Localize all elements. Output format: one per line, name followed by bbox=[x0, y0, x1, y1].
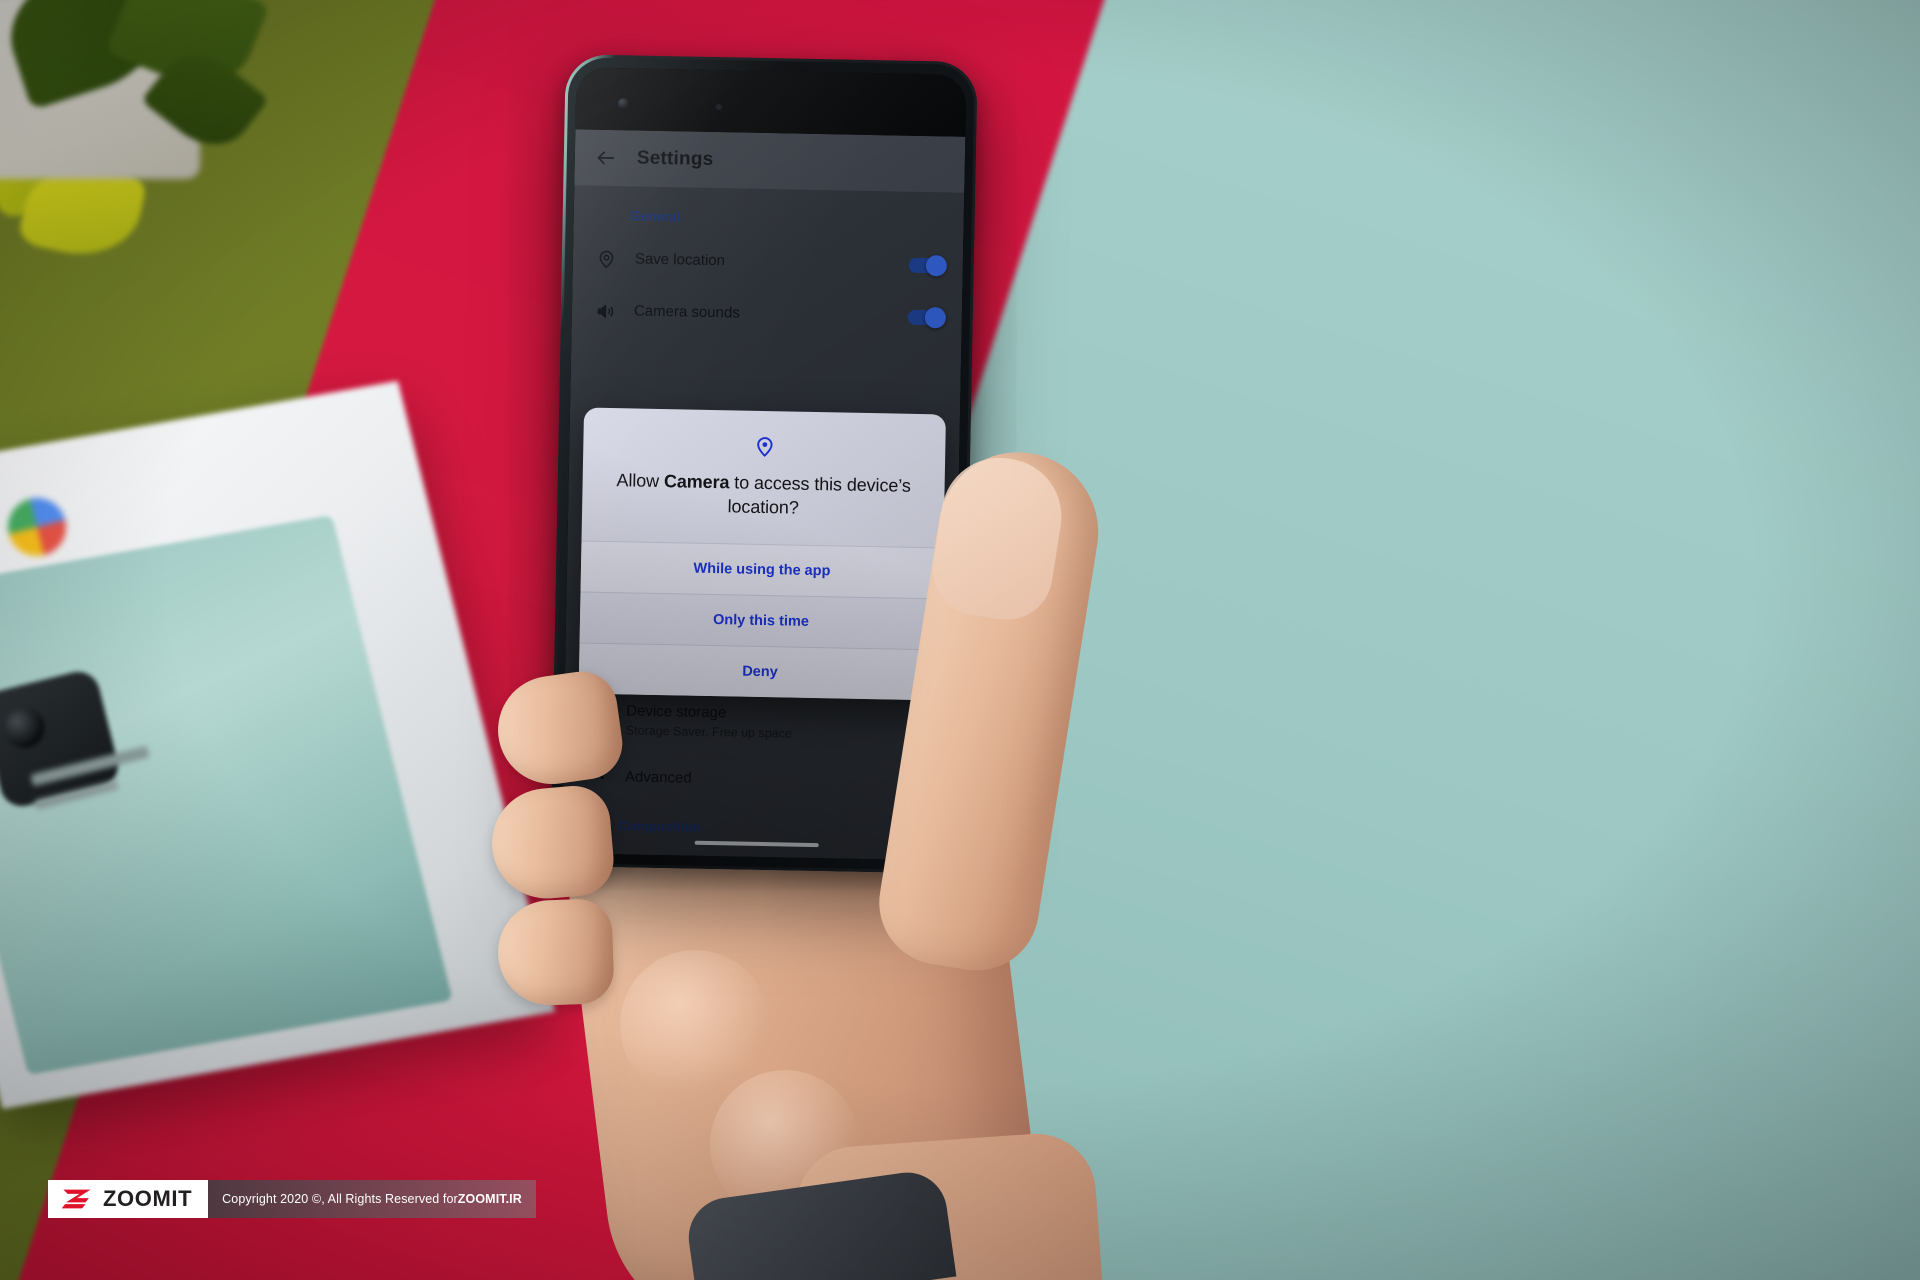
dialog-header: Allow Camera to access this device’s loc… bbox=[581, 408, 945, 548]
dialog-title: Allow Camera to access this device’s loc… bbox=[604, 469, 923, 523]
zoomit-z-icon bbox=[60, 1186, 94, 1212]
dialog-title-suffix: to access this device’s location? bbox=[727, 472, 911, 518]
watermark-copyright-text: Copyright 2020 ©, All Rights Reserved fo… bbox=[222, 1192, 458, 1206]
dialog-button-while-using-the-app[interactable]: While using the app bbox=[580, 540, 944, 599]
watermark-copyright-brand: ZOOMIT.IR bbox=[457, 1192, 522, 1206]
dialog-title-prefix: Allow bbox=[616, 470, 665, 492]
front-camera-icon bbox=[617, 98, 629, 110]
index-finger bbox=[491, 667, 627, 791]
hand-fingers-front bbox=[470, 440, 1190, 1280]
phone-top-bezel bbox=[575, 67, 967, 137]
photo-scene: Settings General Save location Camera so… bbox=[0, 0, 1920, 1280]
watermark-logo: ZOOMIT bbox=[48, 1180, 209, 1218]
zoomit-watermark: ZOOMIT Copyright 2020 ©, All Rights Rese… bbox=[48, 1180, 536, 1218]
watermark-copyright: Copyright 2020 ©, All Rights Reserved fo… bbox=[208, 1180, 536, 1218]
watermark-brand: ZOOMIT bbox=[103, 1186, 193, 1211]
proximity-sensor-icon bbox=[715, 104, 722, 111]
ring-finger bbox=[496, 898, 615, 1007]
middle-finger bbox=[487, 782, 617, 904]
dialog-title-app-name: Camera bbox=[663, 471, 730, 493]
location-pin-icon bbox=[605, 432, 923, 461]
